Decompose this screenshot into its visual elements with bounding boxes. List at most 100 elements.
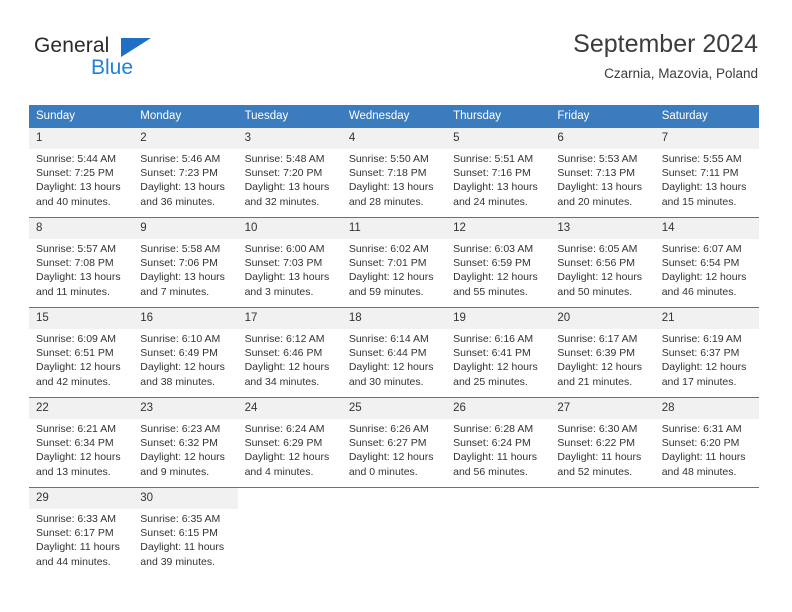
calendar-header-row: Sunday Monday Tuesday Wednesday Thursday Frid… <box>29 105 759 128</box>
sunset-text: Sunset: 7:18 PM <box>348 167 427 180</box>
calendar-day-cell[interactable]: 17 Sunrise: 6:12 AM Sunset: 6:46 PM Dayligh… <box>237 307 342 398</box>
calendar-day-cell[interactable]: 4 Sunrise: 5:50 AM Sunset: 7:18 PM Daylight… <box>341 127 447 218</box>
calendar-day-cell[interactable]: 23 Sunrise: 6:23 AM Sunset: 6:32 PM Dayligh… <box>133 397 238 488</box>
day-details: Sunrise: 6:00 AM Sunset: 7:03 PM Daylight:… <box>238 239 342 299</box>
day-details: Sunrise: 6:35 AM Sunset: 6:15 PM Daylight:… <box>133 509 237 569</box>
calendar-day-cell[interactable]: 19 Sunrise: 6:16 AM Sunset: 6:41 PM Dayligh… <box>446 307 551 398</box>
sunrise-text: Sunrise: 6:24 AM <box>244 423 325 435</box>
calendar-day-cell[interactable]: 7 Sunrise: 5:55 AM Sunset: 7:11 PM Daylight… <box>654 127 759 218</box>
calendar-day-cell[interactable]: 8 Sunrise: 5:57 AM Sunset: 7:08 PM Daylight… <box>29 217 134 308</box>
calendar-day-cell[interactable]: 3 Sunrise: 5:48 AM Sunset: 7:20 PM Daylight… <box>237 127 342 218</box>
sunrise-text: Sunrise: 6:35 AM <box>140 513 221 525</box>
daylight-text-line1: Daylight: 11 hours <box>36 541 120 554</box>
day-number: 27 <box>550 398 655 419</box>
weekday-header-sunday: Sunday <box>29 105 134 128</box>
daylight-text-line1: Daylight: 13 hours <box>244 271 330 284</box>
logo-text-general: General <box>34 34 110 57</box>
sunrise-text: Sunrise: 6:00 AM <box>244 243 325 255</box>
day-number: 14 <box>654 218 759 239</box>
daylight-text-line1: Daylight: 12 hours <box>244 451 330 464</box>
page-title: September 2024 <box>573 30 758 58</box>
calendar-day-cell[interactable]: 21 Sunrise: 6:19 AM Sunset: 6:37 PM Dayligh… <box>654 307 759 398</box>
calendar-day-cell[interactable]: 1 Sunrise: 5:44 AM Sunset: 7:25 PM Daylight… <box>29 127 134 218</box>
day-number: 21 <box>654 308 759 329</box>
weekday-header-saturday: Saturday <box>654 105 759 128</box>
calendar-day-cell[interactable]: 15 Sunrise: 6:09 AM Sunset: 6:51 PM Dayligh… <box>29 307 134 398</box>
sunrise-text: Sunrise: 6:26 AM <box>348 423 429 435</box>
day-number: 3 <box>237 128 342 149</box>
sunset-text: Sunset: 6:24 PM <box>453 437 531 450</box>
day-number: 22 <box>29 398 134 419</box>
daylight-text-line2: and 4 minutes. <box>244 465 314 478</box>
calendar-day-cell[interactable]: 9 Sunrise: 5:58 AM Sunset: 7:06 PM Daylight… <box>133 217 238 308</box>
calendar-day-cell[interactable]: 12 Sunrise: 6:03 AM Sunset: 6:59 PM Dayligh… <box>446 217 551 308</box>
day-details: Sunrise: 6:16 AM Sunset: 6:41 PM Daylight:… <box>446 329 550 389</box>
day-details: Sunrise: 6:09 AM Sunset: 6:51 PM Daylight:… <box>29 329 133 389</box>
day-details: Sunrise: 6:14 AM Sunset: 6:44 PM Daylight:… <box>342 329 446 389</box>
weekday-header-monday: Monday <box>133 105 238 128</box>
sunrise-text: Sunrise: 5:46 AM <box>140 153 221 165</box>
calendar-day-cell[interactable]: 26 Sunrise: 6:28 AM Sunset: 6:24 PM Dayligh… <box>446 397 551 488</box>
calendar-day-cell[interactable]: 29 Sunrise: 6:33 AM Sunset: 6:17 PM Dayligh… <box>29 487 134 578</box>
calendar-day-cell[interactable]: 28 Sunrise: 6:31 AM Sunset: 6:20 PM Dayligh… <box>654 397 759 488</box>
sunrise-text: Sunrise: 5:51 AM <box>453 153 534 165</box>
calendar-day-cell[interactable]: 6 Sunrise: 5:53 AM Sunset: 7:13 PM Daylight… <box>550 127 655 218</box>
daylight-text-line1: Daylight: 12 hours <box>661 271 747 284</box>
daylight-text-line2: and 28 minutes. <box>348 195 424 208</box>
calendar-day-cell[interactable]: 24 Sunrise: 6:24 AM Sunset: 6:29 PM Dayligh… <box>237 397 342 488</box>
day-details: Sunrise: 6:03 AM Sunset: 6:59 PM Daylight:… <box>446 239 550 299</box>
daylight-text-line2: and 59 minutes. <box>348 285 424 298</box>
sunset-text: Sunset: 7:11 PM <box>661 167 739 180</box>
calendar-day-cell[interactable]: 20 Sunrise: 6:17 AM Sunset: 6:39 PM Dayligh… <box>550 307 655 398</box>
calendar-day-cell[interactable]: 22 Sunrise: 6:21 AM Sunset: 6:34 PM Dayligh… <box>29 397 134 488</box>
day-number: 12 <box>446 218 551 239</box>
daylight-text-line2: and 39 minutes. <box>140 555 215 568</box>
daylight-text-line2: and 50 minutes. <box>557 285 633 298</box>
sunset-text: Sunset: 6:59 PM <box>453 257 531 270</box>
day-number: 24 <box>237 398 342 419</box>
sunset-text: Sunset: 6:29 PM <box>244 437 323 450</box>
calendar-grid: Sunday Monday Tuesday Wednesday Thursday Frid… <box>29 105 759 578</box>
day-number: 20 <box>550 308 655 329</box>
day-number: 10 <box>237 218 342 239</box>
day-number <box>550 488 655 509</box>
sunrise-text: Sunrise: 5:48 AM <box>244 153 325 165</box>
day-number: 5 <box>446 128 551 149</box>
calendar-day-cell[interactable]: 2 Sunrise: 5:46 AM Sunset: 7:23 PM Daylight… <box>133 127 238 218</box>
daylight-text-line2: and 3 minutes. <box>244 285 314 298</box>
calendar-day-cell[interactable]: 10 Sunrise: 6:00 AM Sunset: 7:03 PM Dayligh… <box>237 217 342 308</box>
calendar-day-cell[interactable]: 5 Sunrise: 5:51 AM Sunset: 7:16 PM Daylight… <box>446 127 551 218</box>
calendar-day-cell[interactable]: 14 Sunrise: 6:07 AM Sunset: 6:54 PM Dayligh… <box>654 217 759 308</box>
day-number: 26 <box>446 398 551 419</box>
sunset-text: Sunset: 6:39 PM <box>557 347 636 360</box>
daylight-text-line2: and 38 minutes. <box>140 375 215 388</box>
calendar-day-cell[interactable]: 18 Sunrise: 6:14 AM Sunset: 6:44 PM Dayligh… <box>341 307 447 398</box>
calendar-day-cell[interactable]: 11 Sunrise: 6:02 AM Sunset: 7:01 PM Dayligh… <box>341 217 447 308</box>
daylight-text-line2: and 9 minutes. <box>140 465 210 478</box>
day-number <box>654 488 759 509</box>
daylight-text-line1: Daylight: 12 hours <box>661 361 747 374</box>
daylight-text-line2: and 34 minutes. <box>244 375 320 388</box>
day-number: 15 <box>29 308 134 329</box>
daylight-text-line1: Daylight: 11 hours <box>661 451 746 464</box>
calendar-week-row: 1 Sunrise: 5:44 AM Sunset: 7:25 PM Daylight… <box>29 127 759 218</box>
sunset-text: Sunset: 7:13 PM <box>557 167 636 180</box>
day-details: Sunrise: 6:07 AM Sunset: 6:54 PM Daylight:… <box>655 239 759 299</box>
sunrise-text: Sunrise: 6:09 AM <box>36 333 116 345</box>
calendar-day-cell[interactable]: 30 Sunrise: 6:35 AM Sunset: 6:15 PM Dayligh… <box>133 487 238 578</box>
sunset-text: Sunset: 6:32 PM <box>140 437 218 450</box>
page-header: General Blue September 2024 Czarnia, Maz… <box>0 0 792 100</box>
calendar-day-cell[interactable]: 13 Sunrise: 6:05 AM Sunset: 6:56 PM Dayligh… <box>550 217 655 308</box>
sunset-text: Sunset: 6:37 PM <box>661 347 740 360</box>
day-details: Sunrise: 6:23 AM Sunset: 6:32 PM Daylight:… <box>133 419 237 479</box>
day-number: 2 <box>133 128 238 149</box>
sunrise-text: Sunrise: 6:21 AM <box>36 423 116 435</box>
daylight-text-line2: and 36 minutes. <box>140 195 215 208</box>
calendar-day-cell[interactable]: 25 Sunrise: 6:26 AM Sunset: 6:27 PM Dayligh… <box>341 397 447 488</box>
calendar-day-cell[interactable]: 16 Sunrise: 6:10 AM Sunset: 6:49 PM Dayligh… <box>133 307 238 398</box>
calendar-week-row: 8 Sunrise: 5:57 AM Sunset: 7:08 PM Daylight… <box>29 217 759 308</box>
day-number: 28 <box>654 398 759 419</box>
calendar-day-cell[interactable]: 27 Sunrise: 6:30 AM Sunset: 6:22 PM Dayligh… <box>550 397 655 488</box>
daylight-text-line1: Daylight: 13 hours <box>36 181 121 194</box>
general-blue-logo[interactable]: General Blue <box>34 34 214 84</box>
